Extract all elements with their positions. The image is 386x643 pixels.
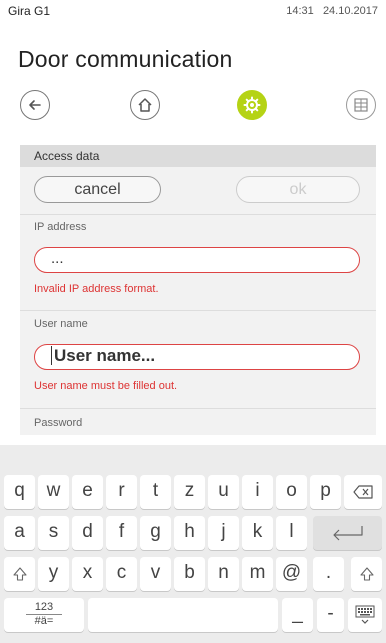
key-e[interactable]: e	[72, 475, 103, 509]
key-w[interactable]: w	[38, 475, 69, 509]
key-o[interactable]: o	[276, 475, 307, 509]
key-m[interactable]: m	[242, 557, 273, 591]
keyboard-hide-icon	[355, 605, 375, 624]
time: 14:31	[286, 5, 314, 17]
settings-button[interactable]	[237, 90, 267, 120]
enter-key[interactable]	[313, 516, 382, 550]
shift-icon	[359, 567, 374, 581]
enter-icon	[332, 526, 363, 541]
device-name: Gira G1	[8, 4, 51, 18]
shift-icon	[12, 567, 27, 581]
user-name-placeholder: User name...	[51, 346, 156, 365]
key-j[interactable]: j	[208, 516, 239, 550]
user-name-input[interactable]: User name...	[34, 344, 360, 370]
shift-key-left[interactable]	[4, 557, 35, 591]
key-at[interactable]: @	[276, 557, 307, 591]
home-button[interactable]	[130, 90, 160, 120]
key-g[interactable]: g	[140, 516, 171, 550]
key-u[interactable]: u	[208, 475, 239, 509]
clock: 14:31 24.10.2017	[286, 5, 378, 17]
page-title: Door communication	[18, 46, 233, 72]
ip-address-error: Invalid IP address format.	[34, 283, 159, 295]
back-button[interactable]	[20, 90, 50, 120]
space-key[interactable]	[88, 598, 278, 632]
ok-button[interactable]: ok	[236, 176, 360, 203]
key-i[interactable]: i	[242, 475, 273, 509]
backspace-key[interactable]	[344, 475, 382, 509]
key-underscore[interactable]: _	[282, 598, 313, 632]
back-arrow-icon	[29, 100, 41, 110]
key-x[interactable]: x	[72, 557, 103, 591]
key-n[interactable]: n	[208, 557, 239, 591]
key-a[interactable]: a	[4, 516, 35, 550]
ip-address-label: IP address	[34, 221, 87, 233]
key-v[interactable]: v	[140, 557, 171, 591]
key-k[interactable]: k	[242, 516, 273, 550]
shift-key-right[interactable]	[351, 557, 382, 591]
grid-icon	[354, 98, 368, 112]
key-f[interactable]: f	[106, 516, 137, 550]
nav-bar	[0, 84, 386, 122]
key-l[interactable]: l	[276, 516, 307, 550]
divider	[20, 408, 376, 409]
divider	[20, 214, 376, 215]
key-h[interactable]: h	[174, 516, 205, 550]
ip-address-input[interactable]: ...	[34, 247, 360, 273]
key-b[interactable]: b	[174, 557, 205, 591]
section-header: Access data	[20, 145, 376, 167]
date: 24.10.2017	[322, 5, 378, 17]
key-dash[interactable]: -	[317, 598, 344, 632]
key-d[interactable]: d	[72, 516, 103, 550]
key-period[interactable]: .	[313, 557, 344, 591]
grid-button[interactable]	[346, 90, 376, 120]
key-r[interactable]: r	[106, 475, 137, 509]
on-screen-keyboard: q w e r t z u i o p a s d f g h j k l y …	[0, 445, 386, 643]
symbols-key[interactable]: 123 #ä=	[4, 598, 84, 632]
status-bar: Gira G1 14:31 24.10.2017	[0, 0, 386, 24]
hide-keyboard-key[interactable]	[348, 598, 382, 632]
user-name-label: User name	[34, 318, 88, 330]
home-icon	[138, 98, 152, 112]
keyboard-gap	[0, 435, 386, 445]
cancel-button[interactable]: cancel	[34, 176, 161, 203]
password-label: Password	[34, 417, 83, 429]
user-name-error: User name must be filled out.	[34, 380, 178, 392]
key-q[interactable]: q	[4, 475, 35, 509]
divider	[20, 310, 376, 311]
key-p[interactable]: p	[310, 475, 341, 509]
key-z[interactable]: z	[174, 475, 205, 509]
gear-icon	[243, 96, 261, 114]
key-s[interactable]: s	[38, 516, 69, 550]
key-c[interactable]: c	[106, 557, 137, 591]
symbols-key-top: 123	[26, 601, 62, 615]
symbols-key-bottom: #ä=	[34, 615, 54, 627]
key-t[interactable]: t	[140, 475, 171, 509]
backspace-icon	[353, 485, 373, 499]
key-y[interactable]: y	[38, 557, 69, 591]
